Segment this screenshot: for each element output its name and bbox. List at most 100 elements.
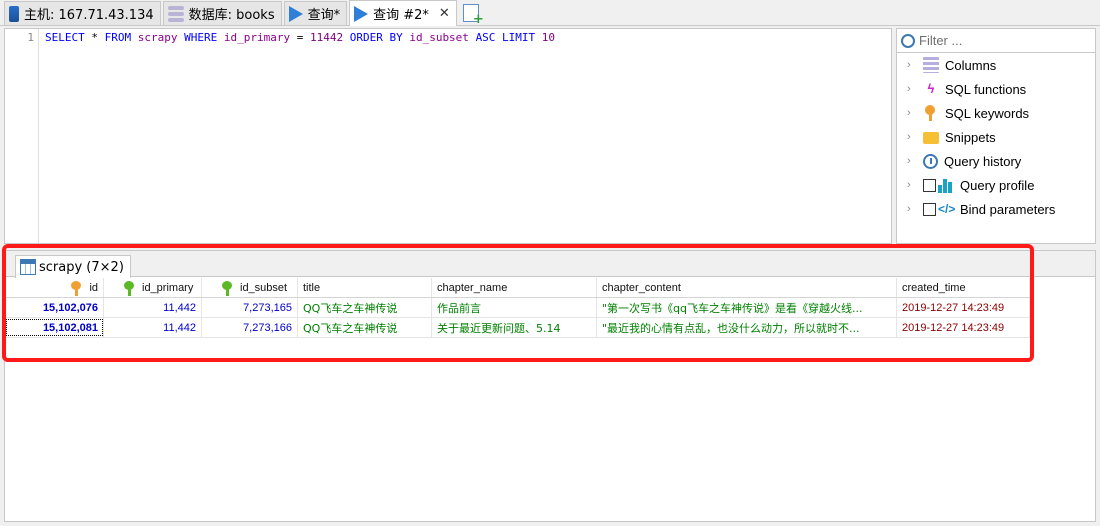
table-row[interactable]: 15,102,081 11,442 7,273,166 QQ飞车之车神传说 关于…: [5, 318, 1030, 338]
cell-title[interactable]: QQ飞车之车神传说: [298, 318, 432, 337]
sql-keyword: WHERE: [184, 31, 218, 44]
helper-item-label: Query profile: [960, 177, 1035, 193]
cell-chapter-content[interactable]: "第一次写书《qq飞车之车神传说》是看《穿越火线...: [597, 298, 897, 317]
filter-input[interactable]: [919, 33, 1079, 48]
result-tab-bar: scrapy (7×2): [5, 251, 1095, 278]
folder-icon: [923, 132, 939, 144]
chevron-right-icon[interactable]: ›: [907, 59, 915, 71]
column-header-chapter-content[interactable]: chapter_content: [597, 278, 897, 297]
line-number-gutter: 1: [5, 29, 39, 243]
line-number: 1: [27, 31, 34, 44]
cell-id-subset[interactable]: 7,273,166: [202, 318, 298, 337]
column-header-label: title: [303, 281, 321, 294]
bind-parameters-checkbox[interactable]: [923, 202, 936, 216]
chevron-right-icon[interactable]: ›: [907, 203, 915, 215]
primary-key-icon: [71, 280, 82, 296]
sql-identifier: scrapy: [131, 31, 185, 44]
cell-id-primary[interactable]: 11,442: [104, 298, 202, 317]
helper-item-label: Query history: [944, 153, 1022, 169]
chevron-right-icon[interactable]: ›: [907, 179, 915, 191]
search-icon: [901, 33, 915, 48]
column-header-chapter-name[interactable]: chapter_name: [432, 278, 597, 297]
cell-chapter-content[interactable]: "最近我的心情有点乱，也没什么动力，所以就时不...: [597, 318, 897, 337]
bar-chart-icon: [938, 177, 954, 193]
tab-database[interactable]: 数据库: books: [162, 1, 282, 25]
close-tab-icon[interactable]: ✕: [439, 6, 450, 21]
column-header-label: id_subset: [240, 281, 288, 294]
cell-chapter-name[interactable]: 作品前言: [432, 298, 597, 317]
heidisql-window: 主机: 167.71.43.134 数据库: books 查询* 查询 #2* …: [0, 0, 1100, 526]
column-header-id-primary[interactable]: id_primary: [104, 278, 202, 297]
sql-keyword: LIMIT: [495, 31, 542, 44]
sql-identifier: id_subset: [402, 31, 476, 44]
chevron-right-icon[interactable]: ›: [907, 131, 915, 143]
sql-operator: =: [296, 31, 310, 44]
key-icon: [923, 105, 939, 121]
helper-item-query-history[interactable]: › Query history: [897, 149, 1095, 173]
helper-item-label: Snippets: [945, 129, 996, 145]
column-header-label: id_primary: [142, 281, 194, 294]
helper-item-sql-keywords[interactable]: › SQL keywords: [897, 101, 1095, 125]
new-query-tab-icon[interactable]: [462, 4, 484, 27]
sql-keyword: ASC: [475, 31, 496, 44]
index-key-icon: [124, 280, 134, 296]
chevron-right-icon[interactable]: ›: [907, 155, 915, 167]
helper-item-label: Bind parameters: [960, 201, 1056, 217]
cell-created-time[interactable]: 2019-12-27 14:23:49: [897, 318, 1030, 337]
table-grid-icon: [20, 259, 36, 275]
cell-id-subset[interactable]: 7,273,165: [202, 298, 298, 317]
tab-database-label: 数据库: books: [188, 8, 275, 23]
clock-icon: [923, 153, 938, 169]
result-grid[interactable]: id id_primary id_subset title chapter_na…: [5, 278, 1030, 338]
helper-filter: [897, 29, 1095, 53]
server-icon: [9, 5, 19, 22]
tab-result-scrapy[interactable]: scrapy (7×2): [15, 255, 131, 278]
chevron-right-icon[interactable]: ›: [907, 107, 915, 119]
sql-keyword: SELECT: [45, 31, 85, 44]
column-header-label: id: [89, 281, 98, 294]
lightning-icon: ϟ: [927, 81, 935, 96]
grid-header-row: id id_primary id_subset title chapter_na…: [5, 278, 1030, 298]
sql-number: 11442: [309, 31, 344, 44]
result-panel: scrapy (7×2) id id_primary id_subset tit…: [4, 250, 1096, 522]
cell-id-primary[interactable]: 11,442: [104, 318, 202, 337]
code-icon: </>: [938, 202, 956, 216]
tab-host-label: 主机: 167.71.43.134: [24, 8, 154, 23]
helper-item-bind-parameters[interactable]: › </> Bind parameters: [897, 197, 1095, 221]
query-profile-checkbox[interactable]: [923, 178, 936, 192]
column-header-id[interactable]: id: [5, 278, 104, 297]
cell-title[interactable]: QQ飞车之车神传说: [298, 298, 432, 317]
sql-editor[interactable]: 1 SELECT * FROM scrapy WHERE id_primary …: [4, 28, 892, 244]
cell-id[interactable]: 15,102,076: [5, 298, 104, 317]
index-key-icon: [222, 280, 232, 296]
sql-keyword: FROM: [104, 31, 132, 44]
sql-identifier: id_primary: [217, 31, 297, 44]
helper-item-sql-functions[interactable]: › ϟ SQL functions: [897, 77, 1095, 101]
tab-query-2[interactable]: 查询 #2* ✕: [349, 0, 457, 26]
cell-chapter-name[interactable]: 关于最近更新问题、5.14: [432, 318, 597, 337]
tab-query[interactable]: 查询*: [283, 1, 348, 25]
tab-query-label: 查询*: [307, 8, 341, 23]
column-header-label: chapter_content: [602, 281, 681, 294]
sql-text[interactable]: SELECT * FROM scrapy WHERE id_primary = …: [45, 31, 555, 44]
column-header-label: created_time: [902, 281, 966, 294]
column-header-id-subset[interactable]: id_subset: [202, 278, 298, 297]
query-helper-panel: › Columns › ϟ SQL functions › SQL keywor…: [896, 28, 1096, 244]
helper-item-label: SQL functions: [945, 81, 1027, 97]
chevron-right-icon[interactable]: ›: [907, 83, 915, 95]
bottom-edge: [0, 522, 1100, 526]
cell-id[interactable]: 15,102,081: [5, 318, 104, 337]
database-icon: [167, 5, 184, 22]
column-header-created-time[interactable]: created_time: [897, 278, 1030, 297]
column-header-title[interactable]: title: [298, 278, 432, 297]
helper-item-query-profile[interactable]: › Query profile: [897, 173, 1095, 197]
helper-item-columns[interactable]: › Columns: [897, 53, 1095, 77]
columns-icon: [923, 57, 939, 73]
table-row[interactable]: 15,102,076 11,442 7,273,165 QQ飞车之车神传说 作品…: [5, 298, 1030, 318]
helper-item-snippets[interactable]: › Snippets: [897, 125, 1095, 149]
tab-host[interactable]: 主机: 167.71.43.134: [4, 1, 161, 25]
column-header-label: chapter_name: [437, 281, 508, 294]
helper-item-label: SQL keywords: [945, 105, 1030, 121]
cell-created-time[interactable]: 2019-12-27 14:23:49: [897, 298, 1030, 317]
query-play-icon: [288, 5, 303, 22]
